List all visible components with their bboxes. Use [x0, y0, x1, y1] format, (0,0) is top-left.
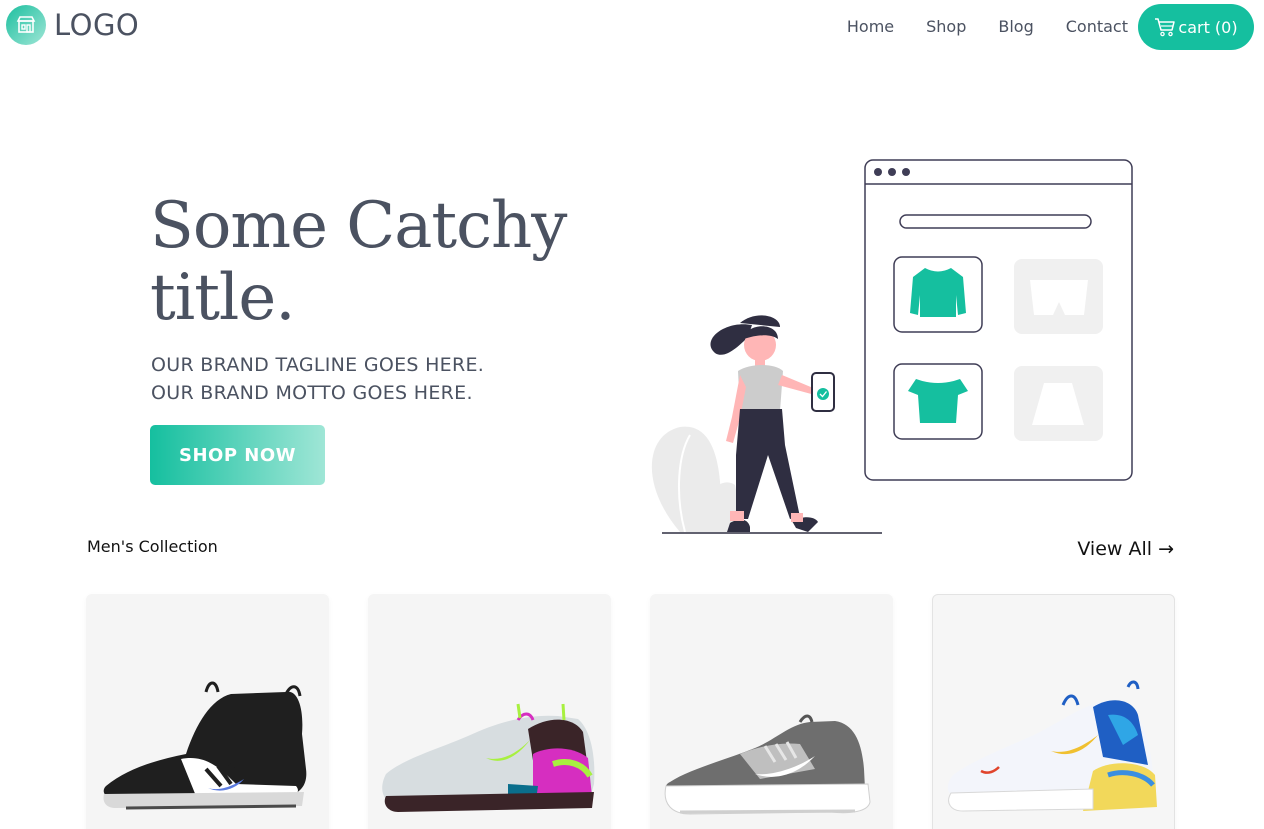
view-all-link[interactable]: View All → — [1077, 538, 1174, 560]
cart-icon — [1155, 18, 1176, 37]
nav-contact-link[interactable]: Contact — [1066, 4, 1128, 50]
storefront-icon — [6, 5, 46, 45]
black-white-mid-sneaker-image — [103, 681, 307, 810]
hero-illustration — [651, 159, 1133, 534]
nav-home-link[interactable]: Home — [847, 4, 894, 50]
product-card[interactable] — [650, 594, 893, 829]
product-list — [86, 594, 1175, 829]
product-card[interactable] — [368, 594, 611, 829]
grey-white-sneaker-image — [664, 714, 871, 815]
product-card[interactable] — [932, 594, 1175, 829]
grey-magenta-sneaker-image — [382, 703, 595, 812]
cart-label: cart (0) — [1178, 17, 1238, 37]
shop-now-button[interactable]: SHOP NOW — [150, 425, 325, 485]
cart-button[interactable]: cart (0) — [1138, 4, 1254, 50]
hero-tagline: OUR BRAND TAGLINE GOES HERE. OUR BRAND M… — [151, 351, 484, 407]
collection-title: Men's Collection — [87, 537, 218, 556]
hero-title: Some Catchy title. — [150, 189, 567, 335]
white-blue-yellow-airmax-image — [947, 680, 1157, 812]
nav-blog-link[interactable]: Blog — [998, 4, 1033, 50]
nav-shop-link[interactable]: Shop — [926, 4, 966, 50]
logo-text: LOGO — [54, 8, 140, 42]
product-card[interactable] — [86, 594, 329, 829]
tagline-line-2: OUR BRAND MOTTO GOES HERE. — [151, 382, 473, 404]
tagline-line-1: OUR BRAND TAGLINE GOES HERE. — [151, 354, 485, 376]
main-nav: Home Shop Blog Contact cart (0) — [847, 4, 1254, 50]
logo[interactable]: LOGO — [6, 5, 139, 45]
